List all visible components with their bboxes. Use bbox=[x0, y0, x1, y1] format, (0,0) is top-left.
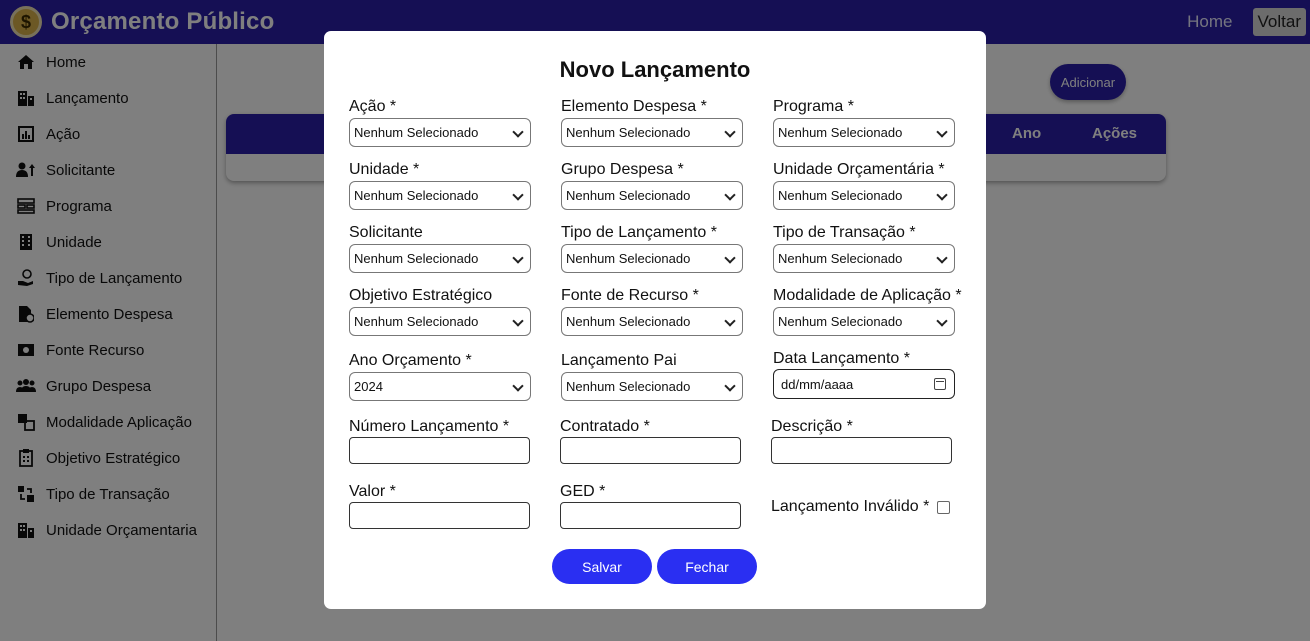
field-label: Tipo de Lançamento * bbox=[561, 224, 717, 241]
select-value: Nenhum Selecionado bbox=[778, 188, 903, 203]
field-lancamento-invalido: Lançamento Inválido * bbox=[771, 498, 951, 516]
chevron-down-icon bbox=[512, 126, 524, 138]
select-value: Nenhum Selecionado bbox=[566, 251, 691, 266]
tipo-transacao-select[interactable]: Nenhum Selecionado bbox=[773, 244, 955, 273]
chevron-down-icon bbox=[936, 315, 948, 327]
fonte-recurso-select[interactable]: Nenhum Selecionado bbox=[561, 307, 743, 336]
chevron-down-icon bbox=[512, 189, 524, 201]
numero-lancamento-input[interactable] bbox=[349, 437, 530, 464]
field-label: Ação * bbox=[349, 98, 397, 115]
field-label: Solicitante bbox=[349, 224, 423, 241]
field-label: Fonte de Recurso * bbox=[561, 287, 699, 304]
ged-input[interactable] bbox=[560, 502, 741, 529]
field-label: Tipo de Transação * bbox=[773, 224, 916, 241]
field-label: Elemento Despesa * bbox=[561, 98, 707, 115]
field-label: GED * bbox=[560, 483, 606, 500]
chevron-down-icon bbox=[936, 252, 948, 264]
save-button[interactable]: Salvar bbox=[552, 549, 652, 584]
select-value: Nenhum Selecionado bbox=[778, 251, 903, 266]
unidade-orcamentaria-select[interactable]: Nenhum Selecionado bbox=[773, 181, 955, 210]
checkbox-label: Lançamento Inválido * bbox=[771, 498, 930, 515]
select-value: Nenhum Selecionado bbox=[566, 125, 691, 140]
chevron-down-icon bbox=[724, 380, 736, 392]
modal-title: Novo Lançamento bbox=[559, 57, 751, 82]
acao-select[interactable]: Nenhum Selecionado bbox=[349, 118, 531, 147]
chevron-down-icon bbox=[724, 126, 736, 138]
contratado-input[interactable] bbox=[560, 437, 741, 464]
chevron-down-icon bbox=[724, 252, 736, 264]
valor-input[interactable] bbox=[349, 502, 530, 529]
select-value: Nenhum Selecionado bbox=[566, 379, 691, 394]
chevron-down-icon bbox=[936, 189, 948, 201]
descricao-input[interactable] bbox=[771, 437, 952, 464]
date-placeholder: dd/mm/aaaa bbox=[781, 376, 854, 392]
elemento-despesa-select[interactable]: Nenhum Selecionado bbox=[561, 118, 743, 147]
objetivo-estrategico-select[interactable]: Nenhum Selecionado bbox=[349, 307, 531, 336]
calendar-icon[interactable] bbox=[934, 378, 946, 390]
chevron-down-icon bbox=[936, 126, 948, 138]
ano-orcamento-select[interactable]: 2024 bbox=[349, 372, 531, 401]
modalidade-aplicacao-select[interactable]: Nenhum Selecionado bbox=[773, 307, 955, 336]
solicitante-select[interactable]: Nenhum Selecionado bbox=[349, 244, 531, 273]
field-label: Lançamento Pai bbox=[561, 352, 677, 369]
chevron-down-icon bbox=[512, 380, 524, 392]
select-value: Nenhum Selecionado bbox=[778, 314, 903, 329]
select-value: Nenhum Selecionado bbox=[566, 188, 691, 203]
field-label: Contratado * bbox=[560, 418, 650, 435]
select-value: Nenhum Selecionado bbox=[354, 125, 479, 140]
grupo-despesa-select[interactable]: Nenhum Selecionado bbox=[561, 181, 743, 210]
new-entry-modal: Novo Lançamento Ação * Nenhum Selecionad… bbox=[324, 31, 986, 609]
field-label: Valor * bbox=[349, 483, 396, 500]
select-value: Nenhum Selecionado bbox=[354, 251, 479, 266]
field-label: Descrição * bbox=[771, 418, 853, 435]
field-label: Grupo Despesa * bbox=[561, 161, 684, 178]
data-lancamento-input[interactable]: dd/mm/aaaa bbox=[773, 369, 955, 399]
chevron-down-icon bbox=[724, 189, 736, 201]
chevron-down-icon bbox=[724, 315, 736, 327]
field-label: Objetivo Estratégico bbox=[349, 287, 493, 304]
select-value: Nenhum Selecionado bbox=[566, 314, 691, 329]
select-value: 2024 bbox=[354, 379, 383, 394]
select-value: Nenhum Selecionado bbox=[354, 188, 479, 203]
field-label: Unidade * bbox=[349, 161, 420, 178]
chevron-down-icon bbox=[512, 315, 524, 327]
unidade-select[interactable]: Nenhum Selecionado bbox=[349, 181, 531, 210]
field-label: Programa * bbox=[773, 98, 854, 115]
tipo-lancamento-select[interactable]: Nenhum Selecionado bbox=[561, 244, 743, 273]
select-value: Nenhum Selecionado bbox=[354, 314, 479, 329]
field-label: Ano Orçamento * bbox=[349, 352, 472, 369]
field-label: Modalidade de Aplicação * bbox=[773, 287, 962, 304]
programa-select[interactable]: Nenhum Selecionado bbox=[773, 118, 955, 147]
field-label: Unidade Orçamentária * bbox=[773, 161, 945, 178]
lancamento-pai-select[interactable]: Nenhum Selecionado bbox=[561, 372, 743, 401]
select-value: Nenhum Selecionado bbox=[778, 125, 903, 140]
field-label: Número Lançamento * bbox=[349, 418, 510, 435]
chevron-down-icon bbox=[512, 252, 524, 264]
lancamento-invalido-checkbox[interactable] bbox=[937, 500, 951, 514]
field-label: Data Lançamento * bbox=[773, 350, 910, 367]
close-button[interactable]: Fechar bbox=[657, 549, 757, 584]
